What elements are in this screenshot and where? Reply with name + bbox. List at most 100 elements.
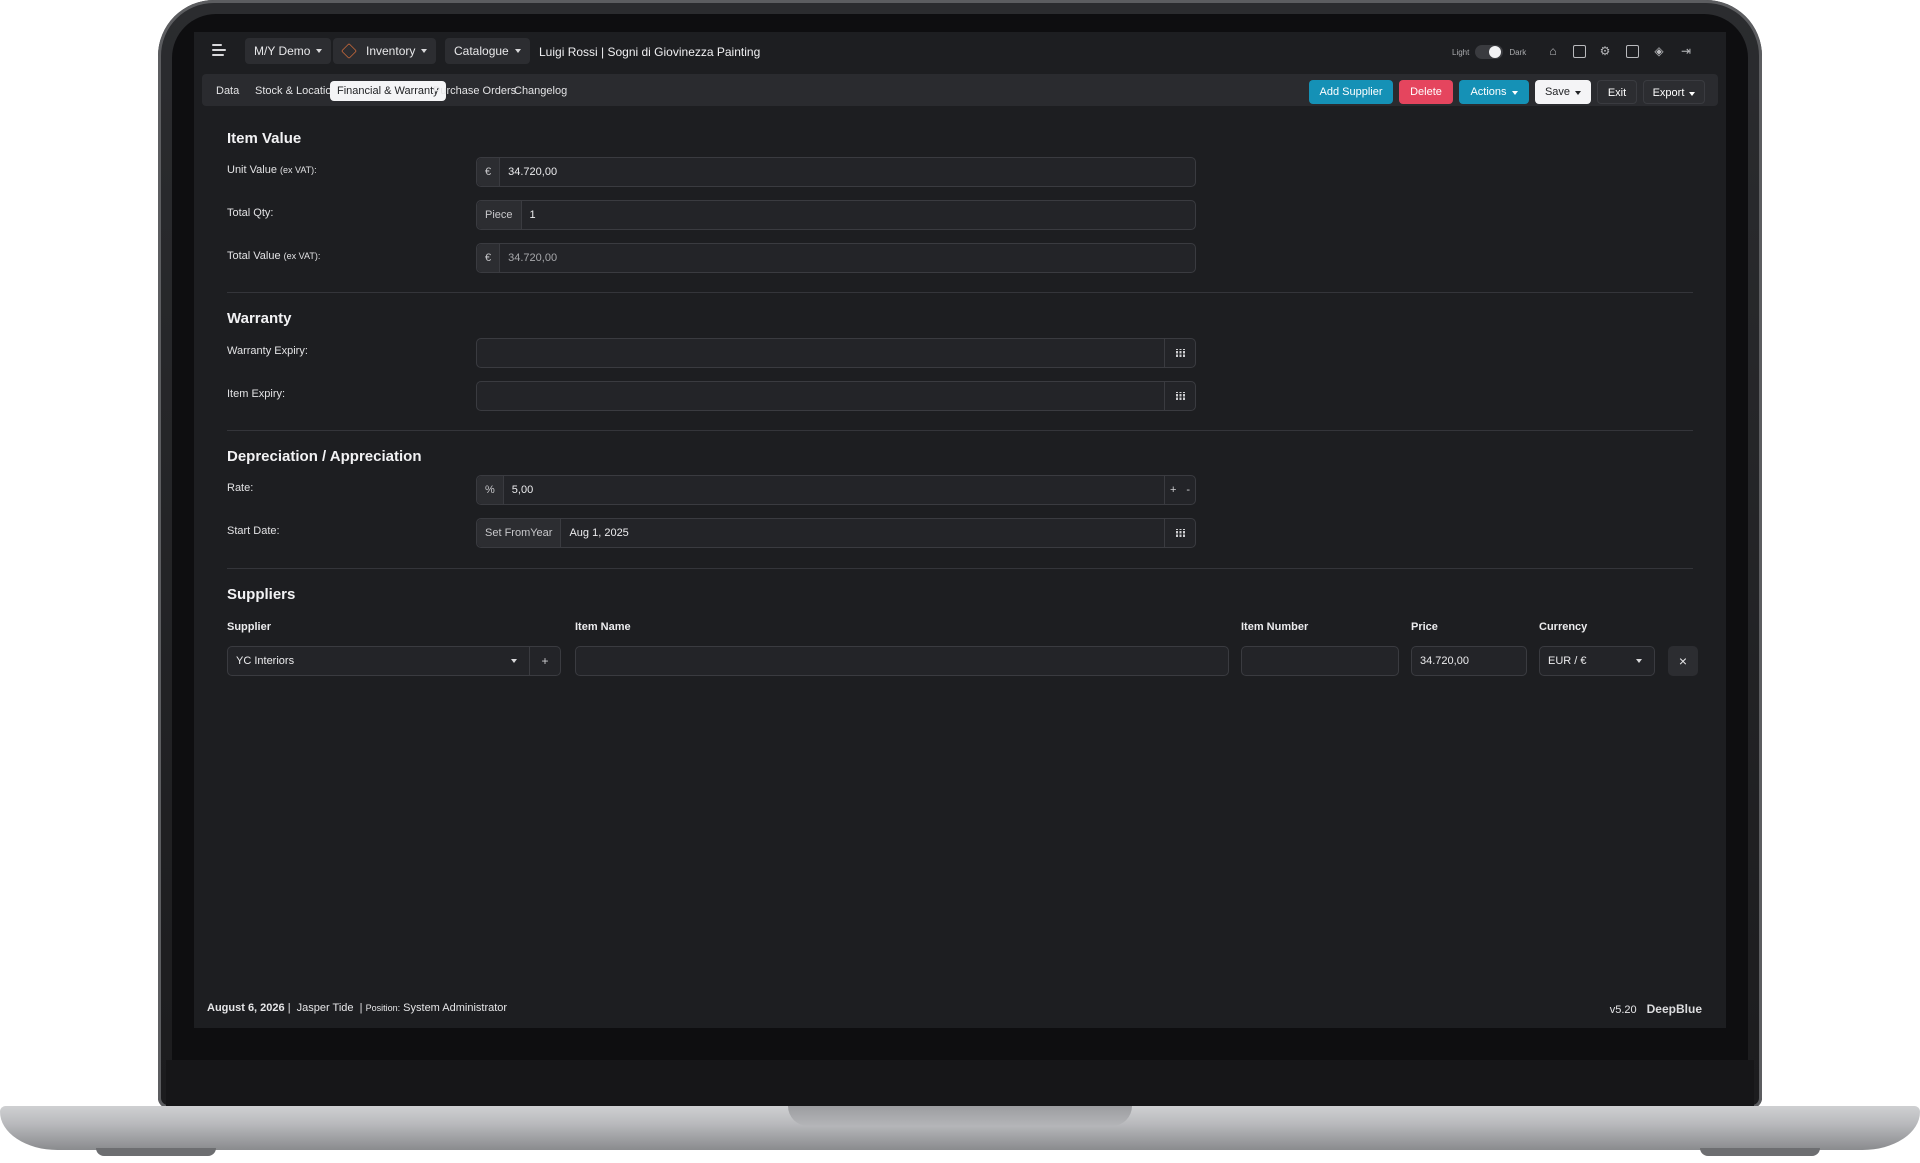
delete-button[interactable]: Delete: [1399, 80, 1453, 104]
laptop-foot-right: [1700, 1148, 1820, 1156]
logout-icon[interactable]: ⇥: [1679, 44, 1693, 58]
tab-bar: Data Stock & Locations Financial & Warra…: [202, 74, 1718, 106]
section-divider: [227, 568, 1693, 569]
total-value-label: Total Value (ex VAT):: [227, 250, 320, 262]
qr-code-icon[interactable]: [1626, 45, 1639, 58]
rate-input[interactable]: 5,00: [504, 484, 1164, 496]
chevron-down-icon: [514, 49, 521, 53]
export-label: Export: [1652, 87, 1685, 99]
start-date-input[interactable]: Aug 1, 2025: [561, 527, 1164, 539]
start-date-label: Start Date:: [227, 525, 280, 537]
price-input[interactable]: 34.720,00: [1411, 646, 1527, 676]
module-dropdown[interactable]: Inventory: [333, 38, 437, 64]
rate-field[interactable]: % 5,00 + -: [476, 475, 1196, 505]
vessel-label: M/Y Demo: [254, 44, 311, 58]
total-value-field: € 34.720,00: [476, 243, 1196, 273]
chevron-down-icon: [1689, 92, 1696, 96]
version-info: v5.20 DeepBlue: [1610, 1002, 1702, 1016]
column-header-item-name: Item Name: [575, 621, 631, 633]
add-supplier-button[interactable]: Add Supplier: [1309, 80, 1393, 104]
unit-value-field[interactable]: € 34.720,00: [476, 157, 1196, 187]
set-from-year-button[interactable]: Set FromYear: [477, 519, 562, 547]
qty-unit-addon: Piece: [477, 201, 522, 229]
app-screen: M/Y Demo Inventory Catalogue Luigi Rossi…: [194, 32, 1726, 1028]
calendar-picker-button[interactable]: [1164, 339, 1195, 367]
chevron-down-icon: [421, 49, 428, 53]
tab-data[interactable]: Data: [209, 81, 246, 101]
supplier-value: YC Interiors: [236, 655, 295, 667]
calendar-grid-icon: [1175, 348, 1185, 358]
decrement-button[interactable]: -: [1186, 484, 1190, 496]
remove-supplier-button[interactable]: ×: [1668, 646, 1698, 676]
section-divider: [227, 430, 1693, 431]
warranty-title: Warranty: [227, 310, 292, 327]
total-qty-input[interactable]: 1: [522, 209, 1195, 221]
calendar-picker-button[interactable]: [1164, 382, 1195, 410]
calendar-grid-icon: [1175, 391, 1185, 401]
home-icon[interactable]: ⌂: [1546, 44, 1560, 58]
column-header-currency: Currency: [1539, 621, 1588, 633]
increment-button[interactable]: +: [1170, 484, 1176, 496]
save-dropdown[interactable]: Save: [1535, 80, 1591, 104]
gear-icon[interactable]: ⚙: [1598, 44, 1612, 58]
chevron-down-icon: [511, 659, 517, 663]
tab-changelog[interactable]: Changelog: [507, 81, 574, 101]
item-number-input[interactable]: [1241, 646, 1399, 676]
version-label: v5.20: [1609, 1004, 1637, 1016]
column-header-supplier: Supplier: [227, 621, 272, 633]
status-footer: August 6, 2026 | Jasper Tide | Position:…: [207, 1002, 508, 1014]
item-value-title: Item Value: [227, 130, 302, 147]
section-dropdown[interactable]: Catalogue: [445, 38, 530, 64]
vessel-dropdown[interactable]: M/Y Demo: [245, 38, 332, 64]
theme-light-label: Light: [1452, 47, 1470, 57]
chevron-down-icon: [316, 49, 323, 53]
cube-icon: [341, 43, 357, 59]
start-date-field[interactable]: Set FromYear Aug 1, 2025: [476, 518, 1196, 548]
add-supplier-inline-button[interactable]: +: [529, 647, 560, 675]
warranty-expiry-label: Warranty Expiry:: [227, 345, 308, 357]
section-divider: [227, 292, 1693, 293]
unit-value-label: Unit Value (ex VAT):: [227, 164, 317, 176]
exit-button[interactable]: Exit: [1597, 80, 1637, 104]
depreciation-title: Depreciation / Appreciation: [227, 448, 422, 465]
currency-select[interactable]: EUR / €: [1539, 646, 1655, 676]
unit-value-suffix: (ex VAT):: [280, 165, 317, 175]
rate-label: Rate:: [227, 482, 254, 494]
supplier-select[interactable]: YC Interiors +: [227, 646, 561, 676]
currency-addon: €: [477, 158, 501, 186]
menu-icon[interactable]: [212, 44, 228, 56]
total-value-readonly: 34.720,00: [508, 252, 558, 264]
export-dropdown[interactable]: Export: [1643, 80, 1705, 104]
calendar-picker-button[interactable]: [1164, 519, 1195, 547]
actions-dropdown[interactable]: Actions: [1459, 80, 1529, 104]
chevron-down-icon: [1511, 91, 1518, 95]
theme-dark-label: Dark: [1509, 47, 1527, 57]
footer-date: August 6, 2026: [207, 1002, 285, 1014]
calendar-icon[interactable]: [1573, 45, 1586, 58]
item-name-input[interactable]: [575, 646, 1229, 676]
unit-value-label-text: Unit Value: [227, 164, 277, 176]
item-expiry-field[interactable]: [476, 381, 1196, 411]
rate-stepper[interactable]: + -: [1164, 476, 1195, 504]
actions-label: Actions: [1470, 86, 1507, 98]
item-expiry-label: Item Expiry:: [227, 388, 286, 400]
total-qty-field[interactable]: Piece 1: [476, 200, 1196, 230]
unit-value-input[interactable]: 34.720,00: [500, 166, 1195, 178]
theme-toggle[interactable]: [1475, 45, 1504, 59]
column-header-item-number: Item Number: [1241, 621, 1309, 633]
section-label: Catalogue: [454, 44, 509, 58]
column-header-price: Price: [1411, 621, 1438, 633]
calendar-grid-icon: [1175, 528, 1185, 538]
theme-switch[interactable]: Light Dark: [1452, 45, 1526, 59]
navigation-icon[interactable]: ◈: [1652, 44, 1666, 58]
currency-value: EUR / €: [1548, 655, 1587, 667]
total-value-label-text: Total Value: [227, 250, 281, 262]
warranty-expiry-field[interactable]: [476, 338, 1196, 368]
breadcrumb: Luigi Rossi | Sogni di Giovinezza Painti…: [539, 45, 761, 59]
total-qty-label: Total Qty:: [227, 207, 274, 219]
footer-position-label: Position:: [365, 1003, 401, 1013]
laptop-foot-left: [96, 1148, 216, 1156]
laptop-notch: [788, 1106, 1132, 1126]
module-label: Inventory: [366, 44, 416, 58]
percent-addon: %: [477, 476, 504, 504]
